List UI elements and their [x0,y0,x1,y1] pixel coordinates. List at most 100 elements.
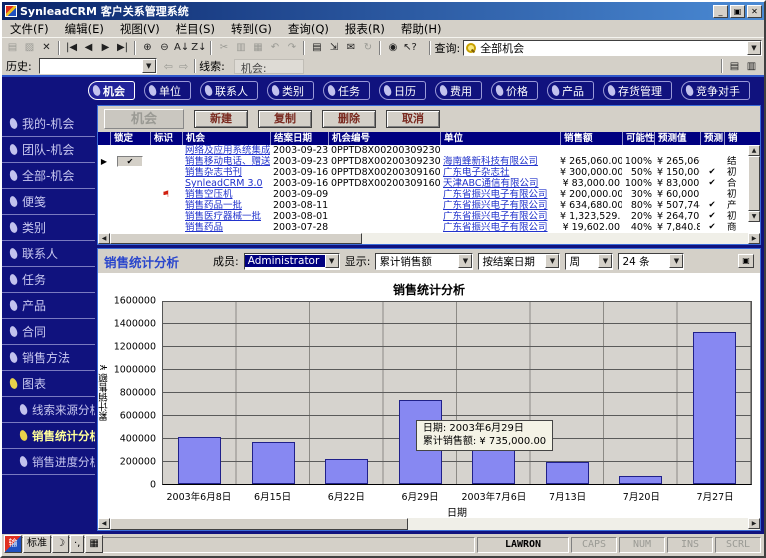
cut-icon[interactable]: ✂ [215,40,232,56]
prev-record-icon[interactable]: ◀ [80,40,97,56]
scroll-left-icon[interactable]: ◀ [98,518,110,529]
period-combobox[interactable]: 周 ▼ [565,253,613,270]
col-flag[interactable]: 标识 [150,132,182,145]
chevron-down-icon[interactable]: ▼ [458,254,472,268]
ime-fullhalf-icon[interactable]: ☽ [52,535,69,553]
last-record-icon[interactable]: ▶| [114,40,131,56]
opportunity-link[interactable]: 销售药品一批 [182,200,270,211]
history-combobox[interactable]: ▼ [39,58,157,74]
copy-button[interactable]: 复制 [258,110,312,128]
sidebar-item-sales-statistics-analysis[interactable]: 销售统计分析 [2,423,95,449]
forward-icon[interactable]: ⇨ [179,60,188,73]
sidebar-item-my-opportunities[interactable]: 我的-机会 [2,111,95,137]
back-icon[interactable]: ⇦ [164,60,173,73]
chevron-down-icon[interactable]: ▼ [747,41,761,55]
sidebar-item-team-opportunities[interactable]: 团队-机会 [2,137,95,163]
col-probability[interactable]: 可能性 [622,132,654,145]
col-locked[interactable]: 锁定 [110,132,150,145]
chevron-down-icon[interactable]: ▼ [598,254,612,268]
query-combobox[interactable]: 全部机会 ▼ [463,40,762,56]
delete-icon[interactable]: ✕ [38,40,55,56]
unit-link[interactable]: 海南蜂新科技有限公司 [440,156,560,167]
sidebar-item-notes[interactable]: 便笺 [2,189,95,215]
tab-task[interactable]: 任务 [323,81,370,100]
bar[interactable] [252,442,295,484]
unit-link[interactable]: 广东省振兴电子有限公司 [440,189,560,200]
scroll-left-icon[interactable]: ◀ [98,233,110,244]
grid-vertical-scrollbar[interactable]: ▲ ▼ [748,145,760,222]
sort-descending-icon[interactable]: Z↓ [190,40,207,56]
tab-expense[interactable]: 费用 [435,81,482,100]
opportunity-link[interactable]: 网络及应用系统集成 [182,145,270,156]
sidebar-item-sales-methods[interactable]: 销售方法 [2,345,95,371]
bar[interactable] [693,332,736,484]
sort-ascending-icon[interactable]: A↓ [173,40,190,56]
table-row[interactable]: 销售医疗器械一批 2003-08-01 广东省振兴电子有限公司 ¥ 1,323,… [98,211,760,222]
opportunity-link[interactable]: 销售杂志书刊 [182,167,270,178]
chevron-down-icon[interactable]: ▼ [142,59,156,73]
chevron-down-icon[interactable]: ▼ [325,254,339,268]
col-amount[interactable]: 销售额 [560,132,622,145]
col-code[interactable]: 机会编号 [328,132,440,145]
close-button[interactable]: ✕ [747,5,762,18]
minimize-button[interactable]: _ [713,5,728,18]
bar[interactable] [325,459,368,484]
tab-contact[interactable]: 联系人 [200,81,258,100]
unit-link[interactable]: 广东电子杂志社 [440,167,560,178]
maximize-panel-icon[interactable]: ▣ [738,254,754,268]
opportunity-link[interactable]: 销售医疗器械一批 [182,211,270,222]
context-help-icon[interactable]: ↖? [401,40,418,56]
tab-calendar[interactable]: 日历 [379,81,426,100]
print-icon[interactable]: ▤ [308,40,325,56]
count-combobox[interactable]: 24 条 ▼ [618,253,684,270]
table-row[interactable]: 网络及应用系统集成 2003-09-23 0PPTD8X002003092300… [98,145,760,156]
first-record-icon[interactable]: |◀ [63,40,80,56]
tab-company[interactable]: 单位 [144,81,191,100]
tab-category[interactable]: 类别 [267,81,314,100]
locked-check-icon[interactable]: ✔ [117,156,143,167]
opportunity-link[interactable]: 销售移动电话、赠送 [182,156,270,167]
col-unit[interactable]: 单位 [440,132,560,145]
scrollbar-thumb[interactable] [110,233,362,244]
unit-link[interactable]: 广东省振兴电子有限公司 [440,211,560,222]
table-row[interactable]: SynleadCRM 3.0 2003-09-16 0PPTD8X0020030… [98,178,760,189]
bar[interactable] [178,437,221,484]
menu-query[interactable]: 查询(Q) [280,20,337,38]
menu-help[interactable]: 帮助(H) [393,20,450,38]
tab-product[interactable]: 产品 [547,81,594,100]
find-icon[interactable]: ◉ [384,40,401,56]
menu-report[interactable]: 报表(R) [337,20,393,38]
refresh-icon[interactable]: ↻ [359,40,376,56]
tab-inventory[interactable]: 存货管理 [603,81,672,100]
tab-competitor[interactable]: 竞争对手 [681,81,750,100]
col-stage[interactable]: 销 [724,132,748,145]
menu-view[interactable]: 视图(V) [112,20,168,38]
sidebar-item-contacts[interactable]: 联系人 [2,241,95,267]
sidebar-item-categories[interactable]: 类别 [2,215,95,241]
preview-icon[interactable]: ▤ [726,58,743,74]
edit-icon[interactable]: ▨ [21,40,38,56]
table-row[interactable]: ⚑ 销售空压机 2003-09-09 广东省振兴电子有限公司 ¥ 200,000… [98,189,760,200]
new-icon[interactable]: ▤ [4,40,21,56]
export-icon[interactable]: ⇲ [325,40,342,56]
sidebar-item-products[interactable]: 产品 [2,293,95,319]
restore-button[interactable]: ▣ [730,5,745,18]
group-by-combobox[interactable]: 按结案日期 ▼ [478,253,560,270]
mail-icon[interactable]: ✉ [342,40,359,56]
col-close-date[interactable]: 结案日期 [270,132,328,145]
scroll-right-icon[interactable]: ▶ [748,233,760,244]
chart-horizontal-scrollbar[interactable]: ◀ ▶ [98,518,760,530]
display-combobox[interactable]: 累计销售额 ▼ [375,253,473,270]
grid-horizontal-scrollbar[interactable]: ◀ ▶ [98,233,760,244]
bar[interactable] [546,462,589,484]
ime-mode-button[interactable]: 标准 [23,535,51,553]
chevron-down-icon[interactable]: ▼ [669,254,683,268]
bar[interactable] [619,476,662,484]
col-forecast[interactable]: 预测值 [654,132,700,145]
menu-goto[interactable]: 转到(G) [223,20,280,38]
print-report-icon[interactable]: ▥ [743,58,760,74]
scroll-down-icon[interactable]: ▼ [748,211,760,222]
tab-price[interactable]: 价格 [491,81,538,100]
new-button[interactable]: 新建 [194,110,248,128]
unit-link[interactable]: 广东省振兴电子有限公司 [440,200,560,211]
